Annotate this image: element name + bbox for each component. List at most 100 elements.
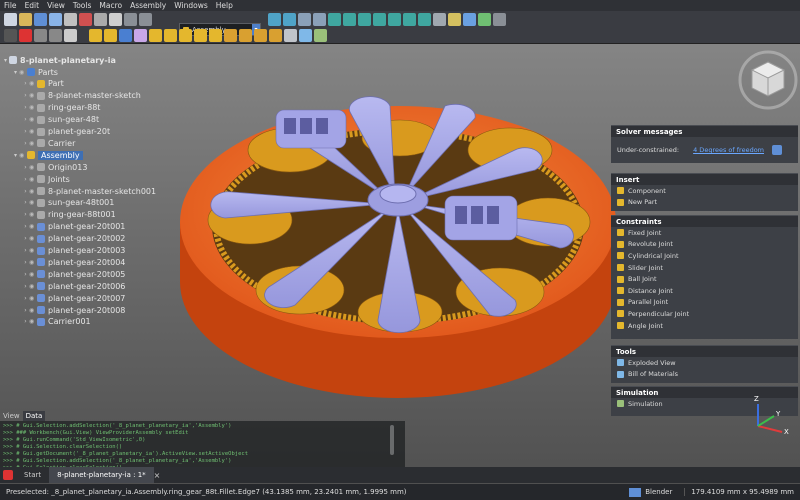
panel-item[interactable]: Revolute Joint: [611, 239, 798, 251]
refresh-icon[interactable]: [772, 145, 783, 155]
chevron-right-icon[interactable]: ›: [22, 188, 29, 195]
copy-icon[interactable]: [94, 13, 107, 26]
panel-item[interactable]: Distance Joint: [611, 285, 798, 297]
draw-style-icon[interactable]: [298, 13, 311, 26]
cut-icon[interactable]: [79, 13, 92, 26]
chevron-right-icon[interactable]: ›: [22, 223, 29, 230]
bottom-view-icon[interactable]: [403, 13, 416, 26]
tab-start[interactable]: Start: [16, 467, 49, 483]
zoom-icon[interactable]: [493, 13, 506, 26]
open-document-icon[interactable]: [19, 13, 32, 26]
tree-item[interactable]: › ◉ planet-gear-20t007: [22, 292, 125, 304]
degrees-of-freedom-link[interactable]: 4 Degrees of freedom: [693, 146, 764, 154]
chevron-right-icon[interactable]: ›: [22, 199, 29, 206]
simulation-header[interactable]: Simulation: [611, 386, 798, 398]
tree-item[interactable]: › ◉ ring-gear-88t001: [22, 209, 115, 221]
tree-item[interactable]: › ◉ sun-gear-48t: [22, 114, 99, 126]
tree-item[interactable]: › ◉ planet-gear-20t008: [22, 304, 125, 316]
chevron-right-icon[interactable]: ›: [22, 128, 29, 135]
panel-item[interactable]: Parallel Joint: [611, 297, 798, 309]
chevron-right-icon[interactable]: ›: [22, 307, 29, 314]
navigation-style-icon[interactable]: [629, 487, 642, 497]
solve-assembly-icon[interactable]: [134, 29, 147, 42]
chevron-right-icon[interactable]: ›: [22, 295, 29, 302]
bill-of-materials-icon[interactable]: [299, 29, 312, 42]
tree-item[interactable]: › ◉ 8-planet-master-sketch: [22, 90, 141, 102]
chevron-right-icon[interactable]: ›: [22, 104, 29, 111]
insert-header[interactable]: Insert: [611, 173, 798, 185]
eye-icon[interactable]: ◉: [29, 271, 37, 278]
revolute-joint-icon[interactable]: [164, 29, 177, 42]
chevron-right-icon[interactable]: ›: [22, 271, 29, 278]
menu-tools[interactable]: Tools: [69, 1, 95, 10]
new-assembly-icon[interactable]: [89, 29, 102, 42]
panel-item[interactable]: Perpendicular Joint: [611, 308, 798, 320]
angle-joint-icon[interactable]: [269, 29, 282, 42]
chevron-right-icon[interactable]: ›: [22, 318, 29, 325]
menu-view[interactable]: View: [43, 1, 69, 10]
menu-windows[interactable]: Windows: [170, 1, 211, 10]
new-document-icon[interactable]: [4, 13, 17, 26]
play-macro-icon[interactable]: [64, 29, 77, 42]
undo-icon[interactable]: [124, 13, 137, 26]
python-console[interactable]: >>> # Gui.Selection.addSelection('_8_pla…: [0, 421, 405, 467]
chevron-right-icon[interactable]: ›: [22, 92, 29, 99]
eye-icon[interactable]: ◉: [29, 116, 37, 123]
tree-item[interactable]: ▾ ◉ Assembly: [12, 149, 83, 161]
tree-item[interactable]: › ◉ planet-gear-20t006: [22, 280, 125, 292]
tree-item[interactable]: › ◉ Joints: [22, 173, 70, 185]
tab-data[interactable]: Data: [22, 411, 46, 421]
menu-macro[interactable]: Macro: [95, 1, 126, 10]
solver-messages-header[interactable]: Solver messages: [611, 125, 798, 137]
left-view-icon[interactable]: [418, 13, 431, 26]
macro-edit-icon[interactable]: [49, 29, 62, 42]
close-tab-icon[interactable]: ×: [150, 471, 165, 480]
redo-icon[interactable]: [139, 13, 152, 26]
panel-item[interactable]: Exploded View: [611, 357, 798, 369]
tree-item[interactable]: › ◉ planet-gear-20t003: [22, 245, 125, 257]
eye-icon[interactable]: ◉: [29, 235, 37, 242]
navigation-cube[interactable]: [738, 50, 798, 110]
eye-icon[interactable]: ◉: [29, 140, 37, 147]
eye-icon[interactable]: ◉: [29, 199, 37, 206]
distance-joint-icon[interactable]: [224, 29, 237, 42]
chevron-down-icon[interactable]: ▾: [2, 57, 9, 64]
isometric-view-icon[interactable]: [328, 13, 341, 26]
tree-item[interactable]: ▾ ◉ Parts: [12, 66, 58, 78]
eye-icon[interactable]: ◉: [29, 295, 37, 302]
eye-icon[interactable]: ◉: [29, 223, 37, 230]
tab-view[interactable]: View: [0, 411, 23, 421]
tree-item[interactable]: › ◉ sun-gear-48t001: [22, 197, 114, 209]
record-macro-icon[interactable]: [19, 29, 32, 42]
ball-joint-icon[interactable]: [209, 29, 222, 42]
paste-icon[interactable]: [109, 13, 122, 26]
chevron-down-icon[interactable]: ▾: [12, 152, 19, 159]
group-icon[interactable]: [463, 13, 476, 26]
tree-item[interactable]: › ◉ planet-gear-20t002: [22, 233, 125, 245]
eye-icon[interactable]: ◉: [29, 211, 37, 218]
menu-help[interactable]: Help: [212, 1, 237, 10]
slider-joint-icon[interactable]: [194, 29, 207, 42]
eye-icon[interactable]: ◉: [29, 164, 37, 171]
chevron-right-icon[interactable]: ›: [22, 247, 29, 254]
eye-icon[interactable]: ◉: [19, 152, 27, 159]
tree-item[interactable]: › ◉ Carrier: [22, 137, 75, 149]
chevron-right-icon[interactable]: ›: [22, 164, 29, 171]
tree-item[interactable]: › ◉ ring-gear-88t: [22, 102, 100, 114]
perpendicular-joint-icon[interactable]: [254, 29, 267, 42]
panel-item[interactable]: Bill of Materials: [611, 369, 798, 381]
constraints-header[interactable]: Constraints: [611, 215, 798, 227]
panel-item[interactable]: Slider Joint: [611, 262, 798, 274]
tree-item[interactable]: › ◉ planet-gear-20t: [22, 126, 110, 138]
insert-component-icon[interactable]: [104, 29, 117, 42]
save-as-icon[interactable]: [49, 13, 62, 26]
measure-icon[interactable]: [433, 13, 446, 26]
eye-icon[interactable]: ◉: [29, 283, 37, 290]
chevron-down-icon[interactable]: ▾: [12, 69, 19, 76]
eye-icon[interactable]: ◉: [29, 128, 37, 135]
parallel-joint-icon[interactable]: [239, 29, 252, 42]
tree-item[interactable]: › ◉ planet-gear-20t004: [22, 256, 125, 268]
eye-icon[interactable]: ◉: [29, 188, 37, 195]
eye-icon[interactable]: ◉: [29, 176, 37, 183]
tree-item[interactable]: › ◉ planet-gear-20t005: [22, 268, 125, 280]
